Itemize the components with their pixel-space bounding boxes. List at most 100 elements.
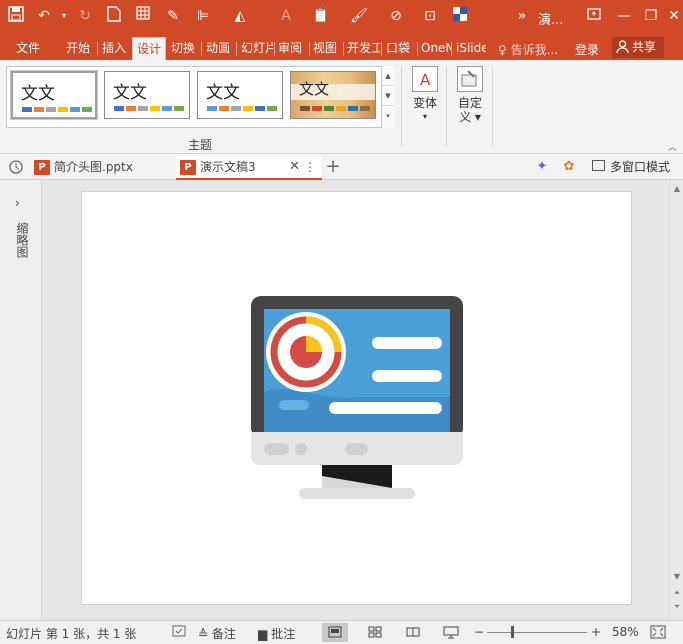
screenshot-icon[interactable]: ⊡ <box>420 6 440 26</box>
variants-icon: A <box>412 66 438 92</box>
zoom-out-button[interactable]: − <box>474 625 484 639</box>
login-link[interactable]: 登录 <box>575 41 599 58</box>
next-slide-icon[interactable]: ⏷ <box>672 602 682 612</box>
swatch <box>46 107 56 112</box>
theme-sample-text: 文文 <box>113 83 147 103</box>
zoom-slider[interactable] <box>487 632 587 633</box>
zoom-level[interactable]: 58% <box>612 625 639 639</box>
swatch <box>162 106 172 111</box>
screen-decor <box>279 400 309 410</box>
undo-icon[interactable]: ↶ <box>34 6 54 26</box>
document-tab[interactable]: P 简介头图.pptx <box>30 156 176 180</box>
eyedropper-icon[interactable]: ✎ <box>163 6 183 26</box>
theme-color-swatches <box>22 107 94 112</box>
reading-view-button[interactable] <box>400 623 426 642</box>
close-icon[interactable]: ✕ <box>664 6 683 26</box>
document-tab-active[interactable]: P 演示文稿3 ✕ ⋮ <box>176 156 322 180</box>
share-button[interactable]: 共享 <box>612 37 664 58</box>
tab-review[interactable]: 审阅 <box>274 37 308 60</box>
swatch <box>255 106 265 111</box>
normal-view-button[interactable] <box>322 623 348 642</box>
tab-islide[interactable]: iSlide <box>452 37 486 60</box>
document-title: 演... <box>538 13 564 28</box>
vertical-scrollbar[interactable]: ▲ ▼ ⏶ ⏷ <box>669 180 683 620</box>
customize-button[interactable]: 自定 义 ▾ <box>450 66 490 134</box>
theme-option[interactable]: 文文 <box>10 70 98 120</box>
add-tab-button[interactable]: + <box>324 158 342 176</box>
gallery-scrollbar: ▲ ▼ ▾ <box>381 66 394 128</box>
fill-icon[interactable]: ◭ <box>230 6 250 26</box>
gallery-up-button[interactable]: ▲ <box>382 66 394 86</box>
theme-sample-text: 文文 <box>21 84 55 104</box>
slide-counter: 幻灯片 第 1 张，共 1 张 <box>6 627 137 641</box>
comments-label: 批注 <box>271 627 296 641</box>
slide-canvas[interactable] <box>81 191 632 605</box>
content-line <box>372 370 442 382</box>
document-tab-bar: P 简介头图.pptx P 演示文稿3 ✕ ⋮ + ✦ ✿ 多窗口模式 <box>0 154 683 180</box>
tab-insert[interactable]: 插入 <box>98 37 130 60</box>
theme-option[interactable]: 文文 <box>197 71 283 119</box>
format-painter-icon[interactable]: 🖌 <box>349 6 369 26</box>
ribbon-display-icon[interactable] <box>584 6 604 26</box>
tab-developer[interactable]: 开发工具 <box>343 37 380 60</box>
collapse-ribbon-icon[interactable]: ︿ <box>668 140 677 153</box>
prev-slide-icon[interactable]: ⏶ <box>672 588 682 598</box>
zoom-in-button[interactable]: + <box>591 625 601 639</box>
share-label: 共享 <box>632 40 657 54</box>
tell-me-search[interactable]: ♀ 告诉我... <box>498 41 558 58</box>
tab-home[interactable]: 开始 <box>62 37 96 60</box>
notes-icon: ≙ <box>198 627 209 641</box>
spellcheck-icon[interactable] <box>172 625 188 639</box>
swatch <box>34 107 44 112</box>
theme-option[interactable]: 文文 <box>104 71 190 119</box>
customize-label-line2: 义 ▾ <box>459 110 481 124</box>
notes-button[interactable]: ≙ 备注 <box>198 625 236 642</box>
align-icon[interactable]: ⊫ <box>193 6 213 26</box>
redo-icon[interactable]: ↻ <box>75 6 95 26</box>
refresh-icon[interactable] <box>8 159 24 175</box>
tab-slideshow[interactable]: 幻灯片 <box>237 37 273 60</box>
minimize-icon[interactable]: — <box>614 6 634 26</box>
zoom-slider-thumb[interactable] <box>511 626 514 638</box>
color-icon[interactable] <box>450 6 470 26</box>
tab-design[interactable]: 设计 <box>132 37 166 60</box>
theme-color-swatches <box>300 106 372 111</box>
shape-icon[interactable]: ⊘ <box>386 6 406 26</box>
expand-pane-icon[interactable]: › <box>15 196 20 210</box>
variants-label: 变体 <box>412 96 437 110</box>
restore-icon[interactable]: ❐ <box>641 6 661 26</box>
tab-animations[interactable]: 动画 <box>202 37 235 60</box>
multi-window-button[interactable]: 多窗口模式 <box>592 158 670 175</box>
magic-wand-icon[interactable]: ✦ <box>533 158 551 176</box>
paste-icon[interactable]: 📋 <box>311 6 331 26</box>
new-file-icon[interactable] <box>104 6 124 26</box>
font-color-icon[interactable]: A <box>276 6 296 26</box>
tab-file[interactable]: 文件 <box>12 37 48 60</box>
gallery-down-button[interactable]: ▼ <box>382 86 394 106</box>
slideshow-button[interactable] <box>438 623 464 642</box>
content-line <box>372 337 442 349</box>
gallery-more-button[interactable]: ▾ <box>382 106 394 126</box>
swatch <box>300 106 310 111</box>
close-tab-icon[interactable]: ✕ <box>289 156 300 178</box>
theme-option[interactable]: 文文 <box>290 71 376 119</box>
scroll-up-icon[interactable]: ▲ <box>672 184 682 194</box>
tab-onenote[interactable]: OneNote <box>417 37 451 60</box>
undo-dropdown-icon[interactable]: ▾ <box>54 6 74 26</box>
more-icon[interactable]: » <box>512 6 532 26</box>
swatch <box>207 106 217 111</box>
comment-icon: ▆ <box>258 627 268 641</box>
more-options-icon[interactable]: ⋮ <box>304 156 316 178</box>
powerpoint-window: ↶ ▾ ↻ ✎ ⊫ ◭ A 📋 🖌 ⊘ ⊡ » 演... — ❐ ✕ 文件 开始… <box>0 0 683 644</box>
scroll-down-icon[interactable]: ▼ <box>672 572 682 582</box>
comments-button[interactable]: ▆ 批注 <box>258 625 295 642</box>
settings-icon[interactable]: ✿ <box>560 158 578 176</box>
table-icon[interactable] <box>133 6 153 26</box>
tab-transitions[interactable]: 切换 <box>167 37 200 60</box>
save-icon[interactable] <box>6 6 26 26</box>
tab-view[interactable]: 视图 <box>309 37 342 60</box>
slide-sorter-button[interactable] <box>362 623 388 642</box>
variants-button[interactable]: A 变体 ▾ <box>405 66 445 134</box>
fit-to-window-icon[interactable] <box>650 625 666 639</box>
tab-pocket[interactable]: 口袋 <box>382 37 416 60</box>
